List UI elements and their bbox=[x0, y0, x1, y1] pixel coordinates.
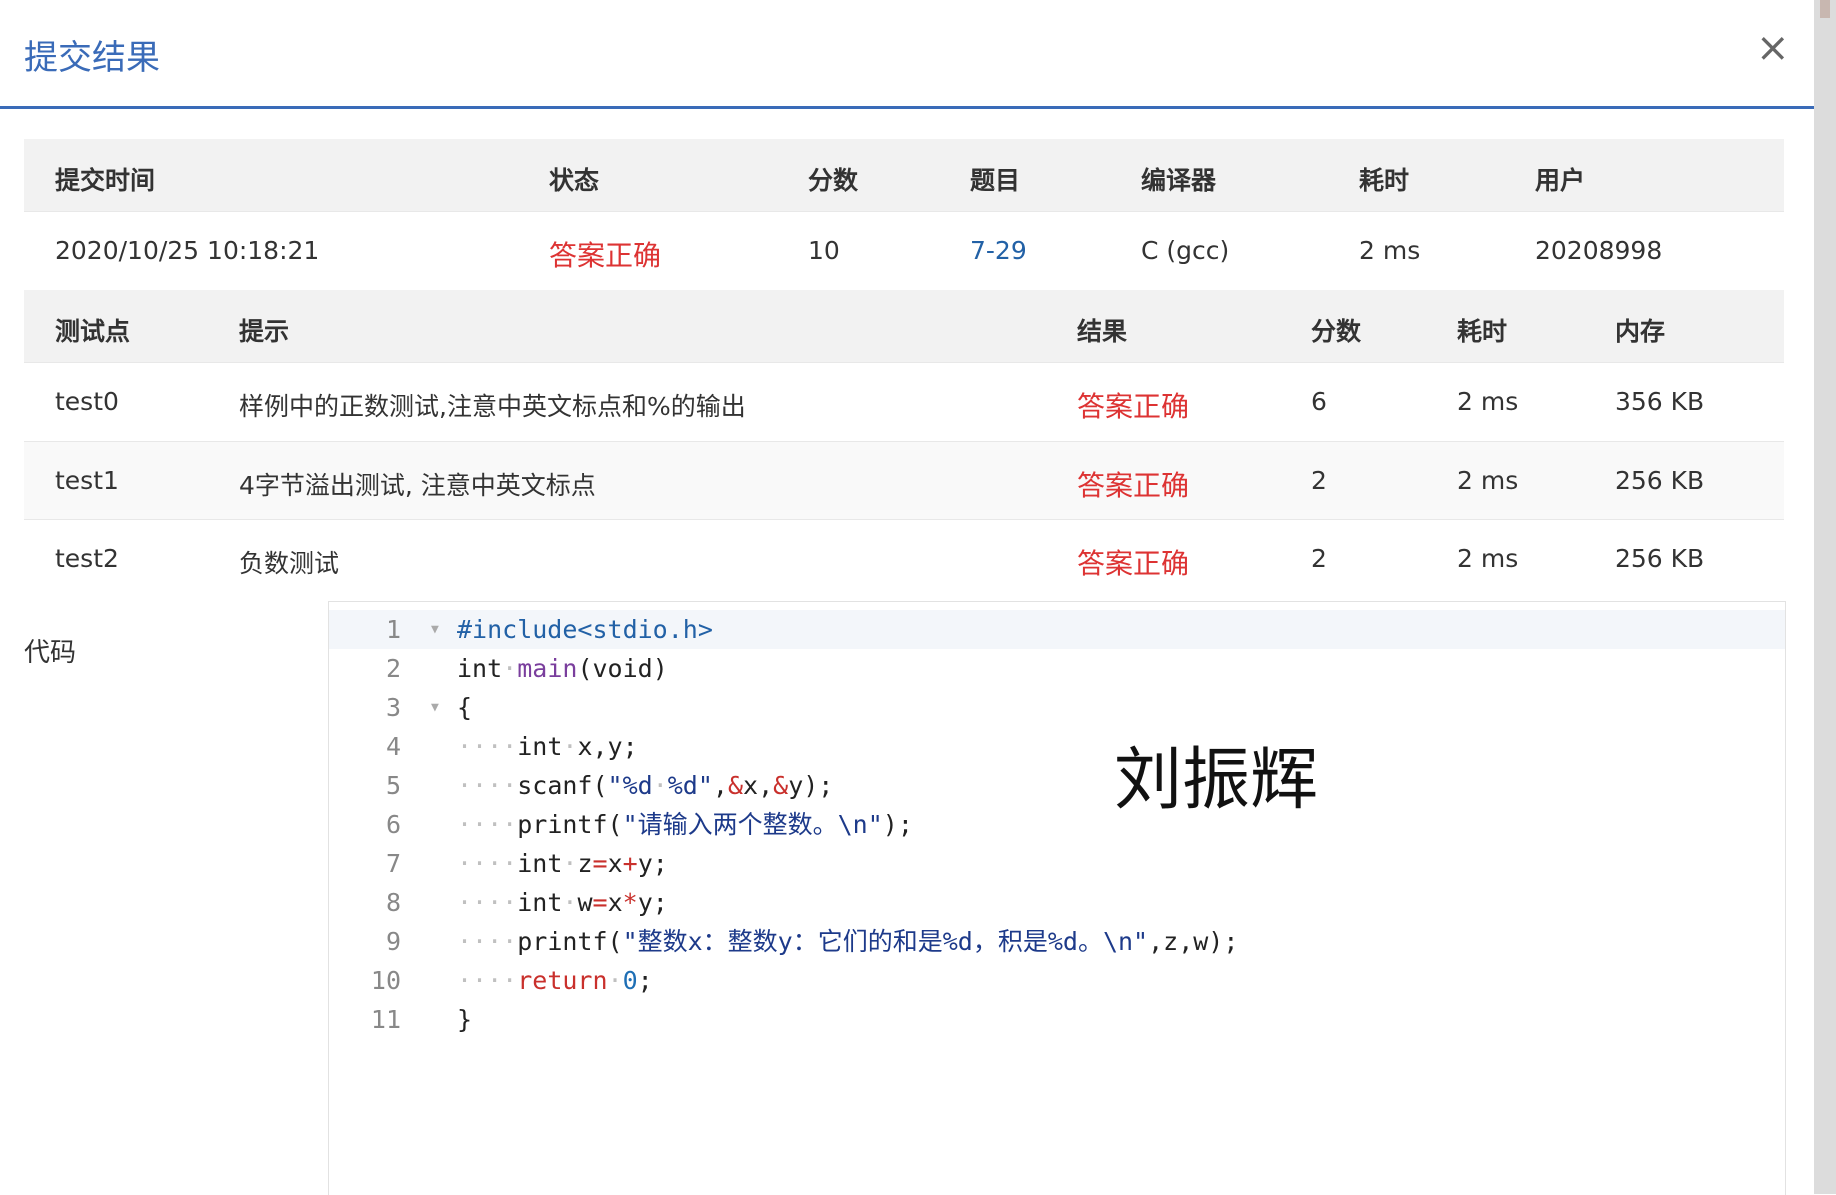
code-line: 1 ▼ #include<stdio.h> bbox=[329, 610, 1785, 649]
code-text: ····int·w=x*y; bbox=[457, 888, 668, 917]
line-number: 7 bbox=[385, 849, 401, 878]
testcase-id: test1 bbox=[55, 466, 119, 495]
testcase-hint: 样例中的正数测试,注意中英文标点和%的输出 bbox=[239, 392, 746, 421]
code-text: int·main(void) bbox=[457, 654, 668, 683]
testcase-score: 6 bbox=[1311, 387, 1327, 416]
col-test-time: 耗时 bbox=[1457, 317, 1508, 346]
code-line: 6 ····printf("请输入两个整数。\n"); bbox=[329, 805, 1785, 844]
col-submit-time: 提交时间 bbox=[55, 166, 156, 195]
code-text: ····scanf("%d·%d",&x,&y); bbox=[457, 771, 834, 800]
fold-arrow-icon[interactable]: ▼ bbox=[431, 688, 439, 727]
col-score: 分数 bbox=[808, 166, 859, 195]
submission-score: 10 bbox=[808, 236, 840, 265]
testcase-time: 2 ms bbox=[1457, 544, 1519, 573]
code-line: 9 ····printf("整数x：整数y：它们的和是%d，积是%d。\n",z… bbox=[329, 922, 1785, 961]
modal-title: 提交结果 bbox=[24, 38, 160, 78]
testcase-result: 答案正确 bbox=[1077, 390, 1190, 423]
code-label: 代码 bbox=[24, 638, 77, 668]
table-row: test0 样例中的正数测试,注意中英文标点和%的输出 答案正确 6 2 ms … bbox=[24, 362, 1784, 442]
code-line: 3 ▼ { bbox=[329, 688, 1785, 727]
col-duration: 耗时 bbox=[1359, 166, 1410, 195]
duration-value: 2 ms bbox=[1359, 236, 1421, 265]
code-line: 10 ····return·0; bbox=[329, 961, 1785, 1000]
line-number: 9 bbox=[385, 927, 401, 956]
line-number: 8 bbox=[385, 888, 401, 917]
testcase-memory: 256 KB bbox=[1615, 466, 1705, 495]
testcase-result: 答案正确 bbox=[1077, 547, 1190, 580]
testcase-header-row: 测试点 提示 结果 分数 耗时 内存 bbox=[24, 290, 1784, 362]
line-number: 4 bbox=[385, 732, 401, 761]
code-line: 2 int·main(void) bbox=[329, 649, 1785, 688]
col-user: 用户 bbox=[1535, 166, 1586, 195]
submission-result-modal: 提交结果 × 提交时间 状态 分数 题目 编译器 耗时 用户 2020/10/2… bbox=[0, 0, 1814, 1195]
scrollbar-thumb[interactable] bbox=[1820, 0, 1830, 18]
line-number: 3 bbox=[385, 693, 401, 722]
fold-arrow-icon[interactable]: ▼ bbox=[431, 610, 439, 649]
line-number: 2 bbox=[385, 654, 401, 683]
code-line: 8 ····int·w=x*y; bbox=[329, 883, 1785, 922]
table-row: test1 4字节溢出测试, 注意中英文标点 答案正确 2 2 ms 256 K… bbox=[24, 441, 1784, 520]
submission-header-row: 提交时间 状态 分数 题目 编译器 耗时 用户 bbox=[24, 139, 1784, 211]
col-compiler: 编译器 bbox=[1141, 166, 1217, 195]
code-editor[interactable]: 1 ▼ #include<stdio.h> 2 int·main(void) 3… bbox=[328, 601, 1786, 1195]
code-text: ····int·x,y; bbox=[457, 732, 638, 761]
line-number: 6 bbox=[385, 810, 401, 839]
testcase-memory: 256 KB bbox=[1615, 544, 1705, 573]
col-memory: 内存 bbox=[1615, 317, 1666, 346]
modal-header: 提交结果 × bbox=[0, 0, 1814, 109]
testcase-time: 2 ms bbox=[1457, 387, 1519, 416]
testcase-hint: 负数测试 bbox=[239, 549, 340, 578]
col-testcase: 测试点 bbox=[55, 317, 131, 346]
testcase-score: 2 bbox=[1311, 466, 1327, 495]
table-row: test2 负数测试 答案正确 2 2 ms 256 KB bbox=[24, 519, 1784, 599]
status-badge: 答案正确 bbox=[549, 239, 662, 272]
col-hint: 提示 bbox=[239, 317, 290, 346]
testcase-score: 2 bbox=[1311, 544, 1327, 573]
code-text: ····printf("请输入两个整数。\n"); bbox=[457, 810, 913, 839]
testcase-id: test0 bbox=[55, 387, 119, 416]
testcase-result: 答案正确 bbox=[1077, 469, 1190, 502]
col-status: 状态 bbox=[549, 166, 600, 195]
code-line: 7 ····int·z=x+y; bbox=[329, 844, 1785, 883]
code-line: 4 ····int·x,y; bbox=[329, 727, 1785, 766]
code-text: { bbox=[457, 693, 473, 722]
line-number: 10 bbox=[370, 966, 401, 995]
code-text: #include<stdio.h> bbox=[457, 615, 713, 644]
page-scrollbar[interactable] bbox=[1814, 0, 1836, 1194]
code-text: ····printf("整数x：整数y：它们的和是%d，积是%d。\n",z,w… bbox=[457, 927, 1239, 956]
problem-link[interactable]: 7-29 bbox=[970, 236, 1027, 265]
code-line: 5 ····scanf("%d·%d",&x,&y); bbox=[329, 766, 1785, 805]
user-value: 20208998 bbox=[1535, 236, 1663, 265]
col-test-score: 分数 bbox=[1311, 317, 1362, 346]
line-number: 1 bbox=[385, 615, 401, 644]
submission-row: 2020/10/25 10:18:21 答案正确 10 7-29 C (gcc)… bbox=[24, 211, 1784, 290]
testcase-hint: 4字节溢出测试, 注意中英文标点 bbox=[239, 471, 596, 500]
close-icon[interactable]: × bbox=[1756, 26, 1790, 70]
line-number: 5 bbox=[385, 771, 401, 800]
author-watermark: 刘振辉 bbox=[1114, 741, 1319, 820]
testcase-id: test2 bbox=[55, 544, 119, 573]
compiler-value: C (gcc) bbox=[1141, 236, 1230, 265]
col-result: 结果 bbox=[1077, 317, 1128, 346]
code-text: ····return·0; bbox=[457, 966, 653, 995]
testcase-time: 2 ms bbox=[1457, 466, 1519, 495]
code-line: 11 } bbox=[329, 1000, 1785, 1039]
submit-time: 2020/10/25 10:18:21 bbox=[55, 236, 320, 265]
col-problem: 题目 bbox=[970, 166, 1021, 195]
testcase-memory: 356 KB bbox=[1615, 387, 1705, 416]
code-text: ····int·z=x+y; bbox=[457, 849, 668, 878]
code-text: } bbox=[457, 1005, 473, 1034]
line-number: 11 bbox=[370, 1005, 401, 1034]
